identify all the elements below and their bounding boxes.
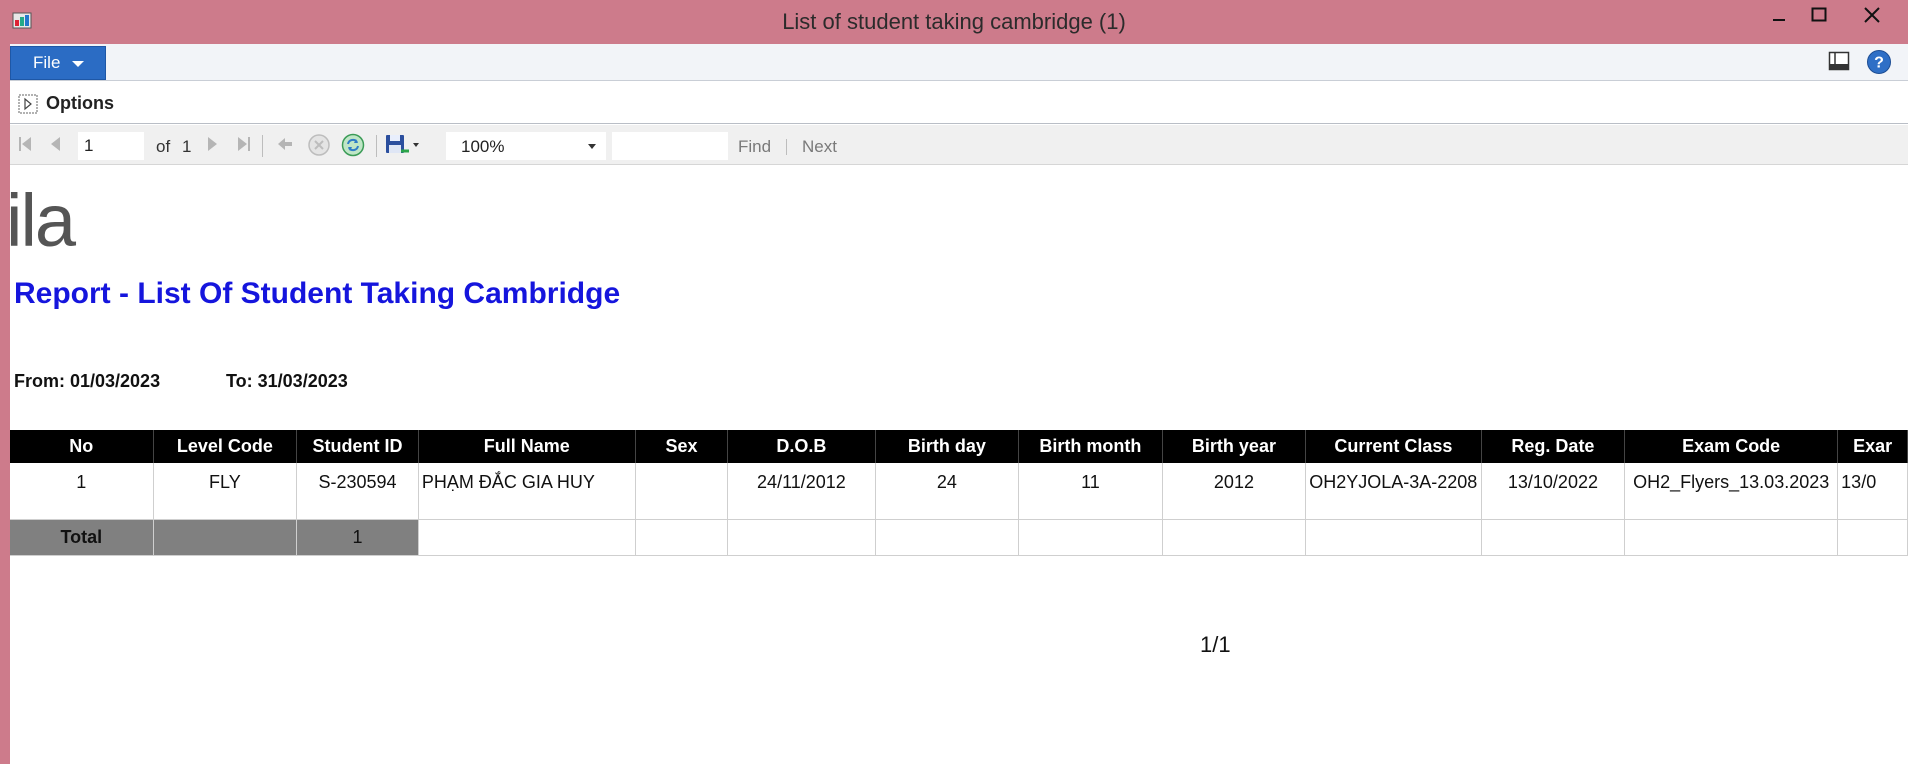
table-cell: S-230594 — [296, 463, 419, 520]
column-header: Birth year — [1162, 430, 1307, 463]
zoom-select[interactable]: 100% — [446, 132, 606, 160]
title-bar: List of student taking cambridge (1) — [0, 0, 1908, 44]
to-date-label: To: 31/03/2023 — [226, 371, 348, 391]
of-label: of — [156, 137, 171, 156]
total-cell — [153, 519, 298, 556]
table-cell: 24/11/2012 — [727, 463, 876, 520]
toolbar-separator — [786, 139, 787, 155]
from-date-label: From: 01/03/2023 — [14, 371, 161, 391]
next-link[interactable]: Next — [802, 137, 837, 157]
close-icon — [1864, 7, 1880, 23]
table-header-row: No Level Code Student ID Full Name Sex D… — [10, 430, 1908, 463]
table-cell: 11 — [1018, 463, 1163, 520]
table-cell — [418, 519, 636, 556]
maximize-button[interactable] — [1796, 0, 1842, 30]
back-icon[interactable] — [274, 131, 296, 157]
next-page-icon[interactable] — [202, 131, 222, 157]
table-cell — [1305, 519, 1482, 556]
minimize-icon — [1773, 19, 1785, 21]
toolbar-separator — [376, 135, 377, 157]
column-header: Sex — [635, 430, 729, 463]
svg-text:?: ? — [1874, 55, 1884, 72]
file-menu-button[interactable]: File — [10, 46, 106, 80]
expand-options-icon[interactable] — [18, 94, 38, 114]
table-cell — [635, 519, 729, 556]
table-cell: PHẠM ĐẮC GIA HUY — [418, 463, 636, 520]
total-pages: 1 — [182, 137, 192, 156]
column-header: Exar — [1837, 430, 1908, 463]
column-header: Exam Code — [1624, 430, 1839, 463]
close-button[interactable] — [1846, 0, 1898, 30]
maximize-icon — [1811, 7, 1827, 22]
table-cell — [635, 463, 729, 520]
column-header: Reg. Date — [1481, 430, 1626, 463]
menu-bar: File ? — [10, 44, 1908, 81]
help-icon[interactable]: ? — [1866, 49, 1892, 75]
column-header: Birth month — [1018, 430, 1163, 463]
window-title: List of student taking cambridge (1) — [782, 9, 1126, 34]
previous-page-icon[interactable] — [46, 131, 66, 157]
page-number-input[interactable] — [78, 132, 144, 160]
toolbar-separator — [262, 135, 263, 157]
table-cell: 1 — [10, 463, 154, 520]
table-cell — [1481, 519, 1626, 556]
options-label: Options — [46, 93, 114, 113]
table-cell: 2012 — [1162, 463, 1307, 520]
table-cell: 13/10/2022 — [1481, 463, 1626, 520]
table-cell — [1162, 519, 1307, 556]
report-page: ila Report - List Of Student Taking Camb… — [10, 166, 1908, 764]
table-cell — [727, 519, 876, 556]
panel-layout-icon[interactable] — [1828, 51, 1850, 71]
table-cell — [875, 519, 1020, 556]
options-bar[interactable]: Options — [10, 82, 1908, 124]
first-page-icon[interactable] — [16, 131, 36, 157]
page-indicator: 1/1 — [1200, 632, 1231, 657]
find-input[interactable] — [612, 132, 728, 160]
report-title: Report - List Of Student Taking Cambridg… — [14, 277, 621, 310]
table-cell — [1018, 519, 1163, 556]
refresh-icon[interactable] — [340, 131, 366, 159]
zoom-value: 100% — [461, 137, 505, 156]
company-logo: ila — [10, 179, 76, 262]
column-header: Full Name — [418, 430, 636, 463]
save-export-icon[interactable] — [384, 131, 424, 157]
table-cell — [1837, 519, 1908, 556]
report-viewer-window: File ? Options of 1 — [10, 44, 1908, 764]
chevron-down-icon — [72, 61, 85, 67]
student-table: No Level Code Student ID Full Name Sex D… — [10, 430, 1908, 556]
total-row: Total 1 — [10, 519, 1908, 556]
table-cell: FLY — [153, 463, 298, 520]
table-cell: 13/0 — [1837, 463, 1908, 520]
table-cell: OH2_Flyers_13.03.2023 — [1624, 463, 1839, 520]
column-header: No — [10, 430, 154, 463]
column-header: Birth day — [875, 430, 1020, 463]
find-link[interactable]: Find — [738, 137, 771, 157]
column-header: Current Class — [1305, 430, 1482, 463]
report-toolbar: of 1 100% Find Next — [10, 125, 1908, 165]
last-page-icon[interactable] — [234, 131, 254, 157]
column-header: D.O.B — [727, 430, 876, 463]
column-header: Level Code — [153, 430, 298, 463]
file-menu-label: File — [33, 53, 61, 72]
chevron-down-icon — [588, 144, 596, 149]
table-row: 1 FLY S-230594 PHẠM ĐẮC GIA HUY 24/11/20… — [10, 463, 1908, 520]
total-label: Total — [10, 519, 154, 556]
table-cell: 24 — [875, 463, 1020, 520]
column-header: Student ID — [296, 430, 419, 463]
table-cell — [1624, 519, 1839, 556]
stop-icon[interactable] — [306, 131, 332, 159]
total-count: 1 — [296, 519, 419, 556]
table-cell: OH2YJOLA-3A-2208 — [1305, 463, 1482, 520]
